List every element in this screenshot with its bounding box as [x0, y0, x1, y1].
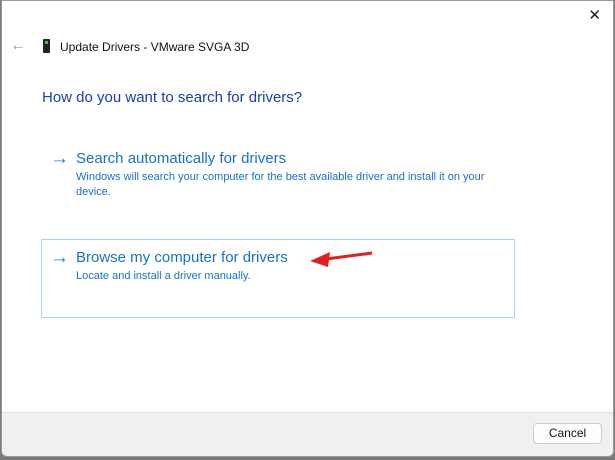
close-icon[interactable]: ✕	[588, 6, 601, 24]
arrow-right-icon: →	[50, 148, 69, 169]
update-drivers-window: ✕ ← Update Drivers - VMware SVGA 3D How …	[1, 0, 614, 457]
option-label: Search automatically for drivers	[76, 150, 287, 167]
red-annotation-arrow-icon	[310, 251, 373, 267]
footer-bar: Cancel	[2, 412, 613, 456]
cancel-button[interactable]: Cancel	[533, 423, 602, 444]
back-arrow-icon[interactable]: ←	[10, 37, 26, 55]
option-label: Browse my computer for drivers	[76, 249, 288, 266]
arrow-right-icon: →	[50, 247, 69, 268]
device-icon	[43, 39, 50, 53]
page-heading: How do you want to search for drivers?	[42, 89, 303, 106]
search-automatically-option[interactable]: → Search automatically for drivers Windo…	[41, 140, 515, 212]
browse-computer-option[interactable]: → Browse my computer for drivers Locate …	[41, 239, 515, 318]
option-description: Locate and install a driver manually.	[76, 270, 251, 282]
window-title: Update Drivers - VMware SVGA 3D	[60, 40, 250, 54]
option-description: Windows will search your computer for th…	[76, 171, 485, 198]
